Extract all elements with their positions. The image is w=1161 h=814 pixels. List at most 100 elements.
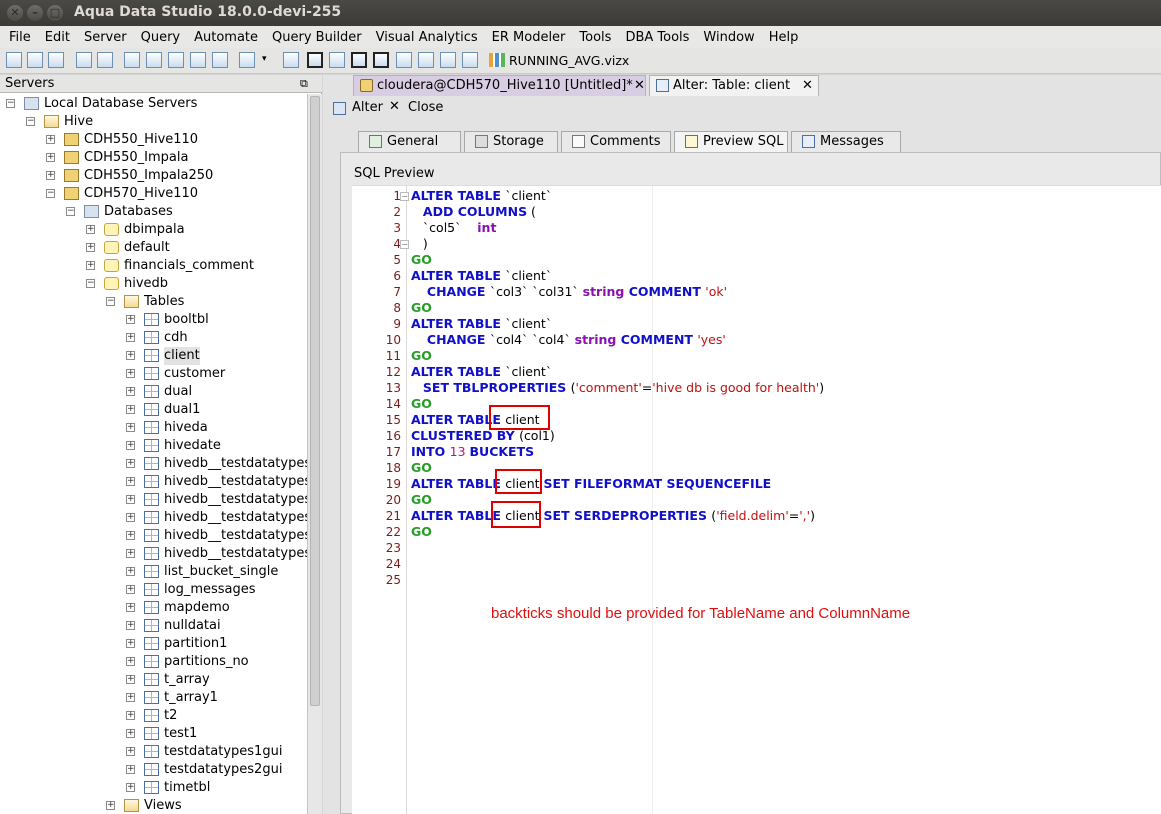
expand-icon[interactable]: + (126, 585, 135, 594)
layout-toggle-4[interactable] (373, 52, 389, 68)
collapse-icon[interactable]: − (86, 279, 95, 288)
tree-item-table[interactable]: + client (0, 347, 307, 365)
expand-icon[interactable]: + (126, 441, 135, 450)
doc-tab-query[interactable]: cloudera@CDH570_Hive110 [Untitled]* ✕ (353, 75, 646, 96)
expand-icon[interactable]: + (126, 765, 135, 774)
toolbar-button[interactable] (440, 52, 456, 68)
menu-edit[interactable]: Edit (38, 30, 77, 45)
scrollbar-thumb[interactable] (310, 96, 320, 706)
toolbar-button[interactable] (124, 52, 140, 68)
expand-icon[interactable]: + (126, 387, 135, 396)
expand-icon[interactable]: + (126, 315, 135, 324)
doc-tab-alter[interactable]: Alter: Table: client ✕ (649, 75, 819, 96)
tree-item-table[interactable]: + hivedate (0, 437, 307, 455)
menu-er-modeler[interactable]: ER Modeler (485, 30, 573, 45)
tree-item-server[interactable]: − CDH570_Hive110 (0, 185, 307, 203)
toolbar-button[interactable] (462, 52, 478, 68)
expand-icon[interactable]: + (126, 369, 135, 378)
sql-editor[interactable]: 1−2 3 4−5 6 7 8 9 10 11 12 13 14 15 16 17 18 19 20 21 22 23 2… (352, 185, 1161, 814)
menu-query[interactable]: Query (134, 30, 188, 45)
expand-icon[interactable]: + (46, 135, 55, 144)
expand-icon[interactable]: + (126, 549, 135, 558)
expand-icon[interactable]: + (126, 675, 135, 684)
tree-item-table[interactable]: + hiveda (0, 419, 307, 437)
tab-comments[interactable]: Comments (561, 131, 671, 152)
menu-visual-analytics[interactable]: Visual Analytics (369, 30, 485, 45)
collapse-icon[interactable]: − (66, 207, 75, 216)
expand-icon[interactable]: + (126, 333, 135, 342)
expand-icon[interactable]: + (126, 639, 135, 648)
tree-item-table[interactable]: + t_array1 (0, 689, 307, 707)
expand-icon[interactable]: + (126, 693, 135, 702)
tree-item-server[interactable]: + CDH550_Hive110 (0, 131, 307, 149)
tree-item-databases[interactable]: − Databases (0, 203, 307, 221)
toolbar-button[interactable] (146, 52, 162, 68)
toolbar-button[interactable] (190, 52, 206, 68)
close-window-icon[interactable]: ✕ (7, 5, 23, 21)
expand-icon[interactable]: + (126, 657, 135, 666)
tree-item-table[interactable]: + testdatatypes2gui (0, 761, 307, 779)
menu-query-builder[interactable]: Query Builder (265, 30, 369, 45)
tree-item-server[interactable]: + CDH550_Impala (0, 149, 307, 167)
minimize-window-icon[interactable]: – (27, 5, 43, 21)
tree-item-server[interactable]: + CDH550_Impala250 (0, 167, 307, 185)
tab-preview-sql[interactable]: Preview SQL (674, 131, 788, 152)
menu-window[interactable]: Window (696, 30, 761, 45)
expand-icon[interactable]: + (86, 225, 95, 234)
fold-marker-icon[interactable]: − (400, 192, 409, 201)
collapse-icon[interactable]: − (6, 99, 15, 108)
layout-toggle-3[interactable] (351, 52, 367, 68)
tree-item-table[interactable]: + hivedb__testdatatypes2 (0, 473, 307, 491)
toolbar-button[interactable] (6, 52, 22, 68)
new-document-button[interactable] (239, 52, 255, 68)
tree-item-table[interactable]: + t_array (0, 671, 307, 689)
fold-marker-icon[interactable]: − (400, 240, 409, 249)
tree-item-table[interactable]: + customer (0, 365, 307, 383)
expand-icon[interactable]: + (126, 531, 135, 540)
tab-general[interactable]: General (358, 131, 461, 152)
tree-item-table[interactable]: + timetbl (0, 779, 307, 797)
menu-tools[interactable]: Tools (572, 30, 618, 45)
tree-item-table[interactable]: + partition1 (0, 635, 307, 653)
toolbar-button[interactable] (396, 52, 412, 68)
toolbar-button[interactable] (418, 52, 434, 68)
restore-panel-icon[interactable]: ⧉ (300, 75, 308, 93)
tree-item-table[interactable]: + test1 (0, 725, 307, 743)
tree-item-table[interactable]: + mapdemo (0, 599, 307, 617)
expand-icon[interactable]: + (126, 567, 135, 576)
toolbar-button[interactable] (168, 52, 184, 68)
toolbar-button[interactable] (27, 52, 43, 68)
toolbar-button[interactable] (48, 52, 64, 68)
tree-item-database[interactable]: + default (0, 239, 307, 257)
expand-icon[interactable]: + (126, 747, 135, 756)
alter-button[interactable]: Alter (352, 100, 383, 115)
tree-item-table[interactable]: + hivedb__testdatatypes1 (0, 455, 307, 473)
collapse-icon[interactable]: − (26, 117, 35, 126)
dropdown-arrow-icon[interactable]: ▾ (262, 54, 267, 64)
menu-dba-tools[interactable]: DBA Tools (618, 30, 696, 45)
tree-item-views[interactable]: + Views (0, 797, 307, 814)
expand-icon[interactable]: + (126, 513, 135, 522)
expand-icon[interactable]: + (126, 711, 135, 720)
tree-item-table[interactable]: + log_messages (0, 581, 307, 599)
collapse-icon[interactable]: − (106, 297, 115, 306)
tree-item-database[interactable]: + financials_comment (0, 257, 307, 275)
tree-item-table[interactable]: + dual1 (0, 401, 307, 419)
tree-item-local-servers[interactable]: − Local Database Servers (0, 95, 307, 113)
tree-item-table[interactable]: + hivedb__testdatatypes5 (0, 527, 307, 545)
tree-item-table[interactable]: + cdh (0, 329, 307, 347)
expand-icon[interactable]: + (126, 621, 135, 630)
expand-icon[interactable]: + (126, 423, 135, 432)
tree-item-table[interactable]: + nulldatai (0, 617, 307, 635)
tree-item-database[interactable]: − hivedb (0, 275, 307, 293)
tree-item-table[interactable]: + hivedb__testdatatypes4 (0, 509, 307, 527)
expand-icon[interactable]: + (126, 603, 135, 612)
toolbar-button[interactable] (76, 52, 92, 68)
tree-item-table[interactable]: + testdatatypes1gui (0, 743, 307, 761)
tree-item-hive[interactable]: − Hive (0, 113, 307, 131)
expand-icon[interactable]: + (46, 171, 55, 180)
close-tab-icon[interactable]: ✕ (802, 76, 813, 96)
expand-icon[interactable]: + (46, 153, 55, 162)
tree-vertical-scrollbar[interactable] (307, 94, 322, 814)
layout-toggle-2[interactable] (329, 52, 345, 68)
